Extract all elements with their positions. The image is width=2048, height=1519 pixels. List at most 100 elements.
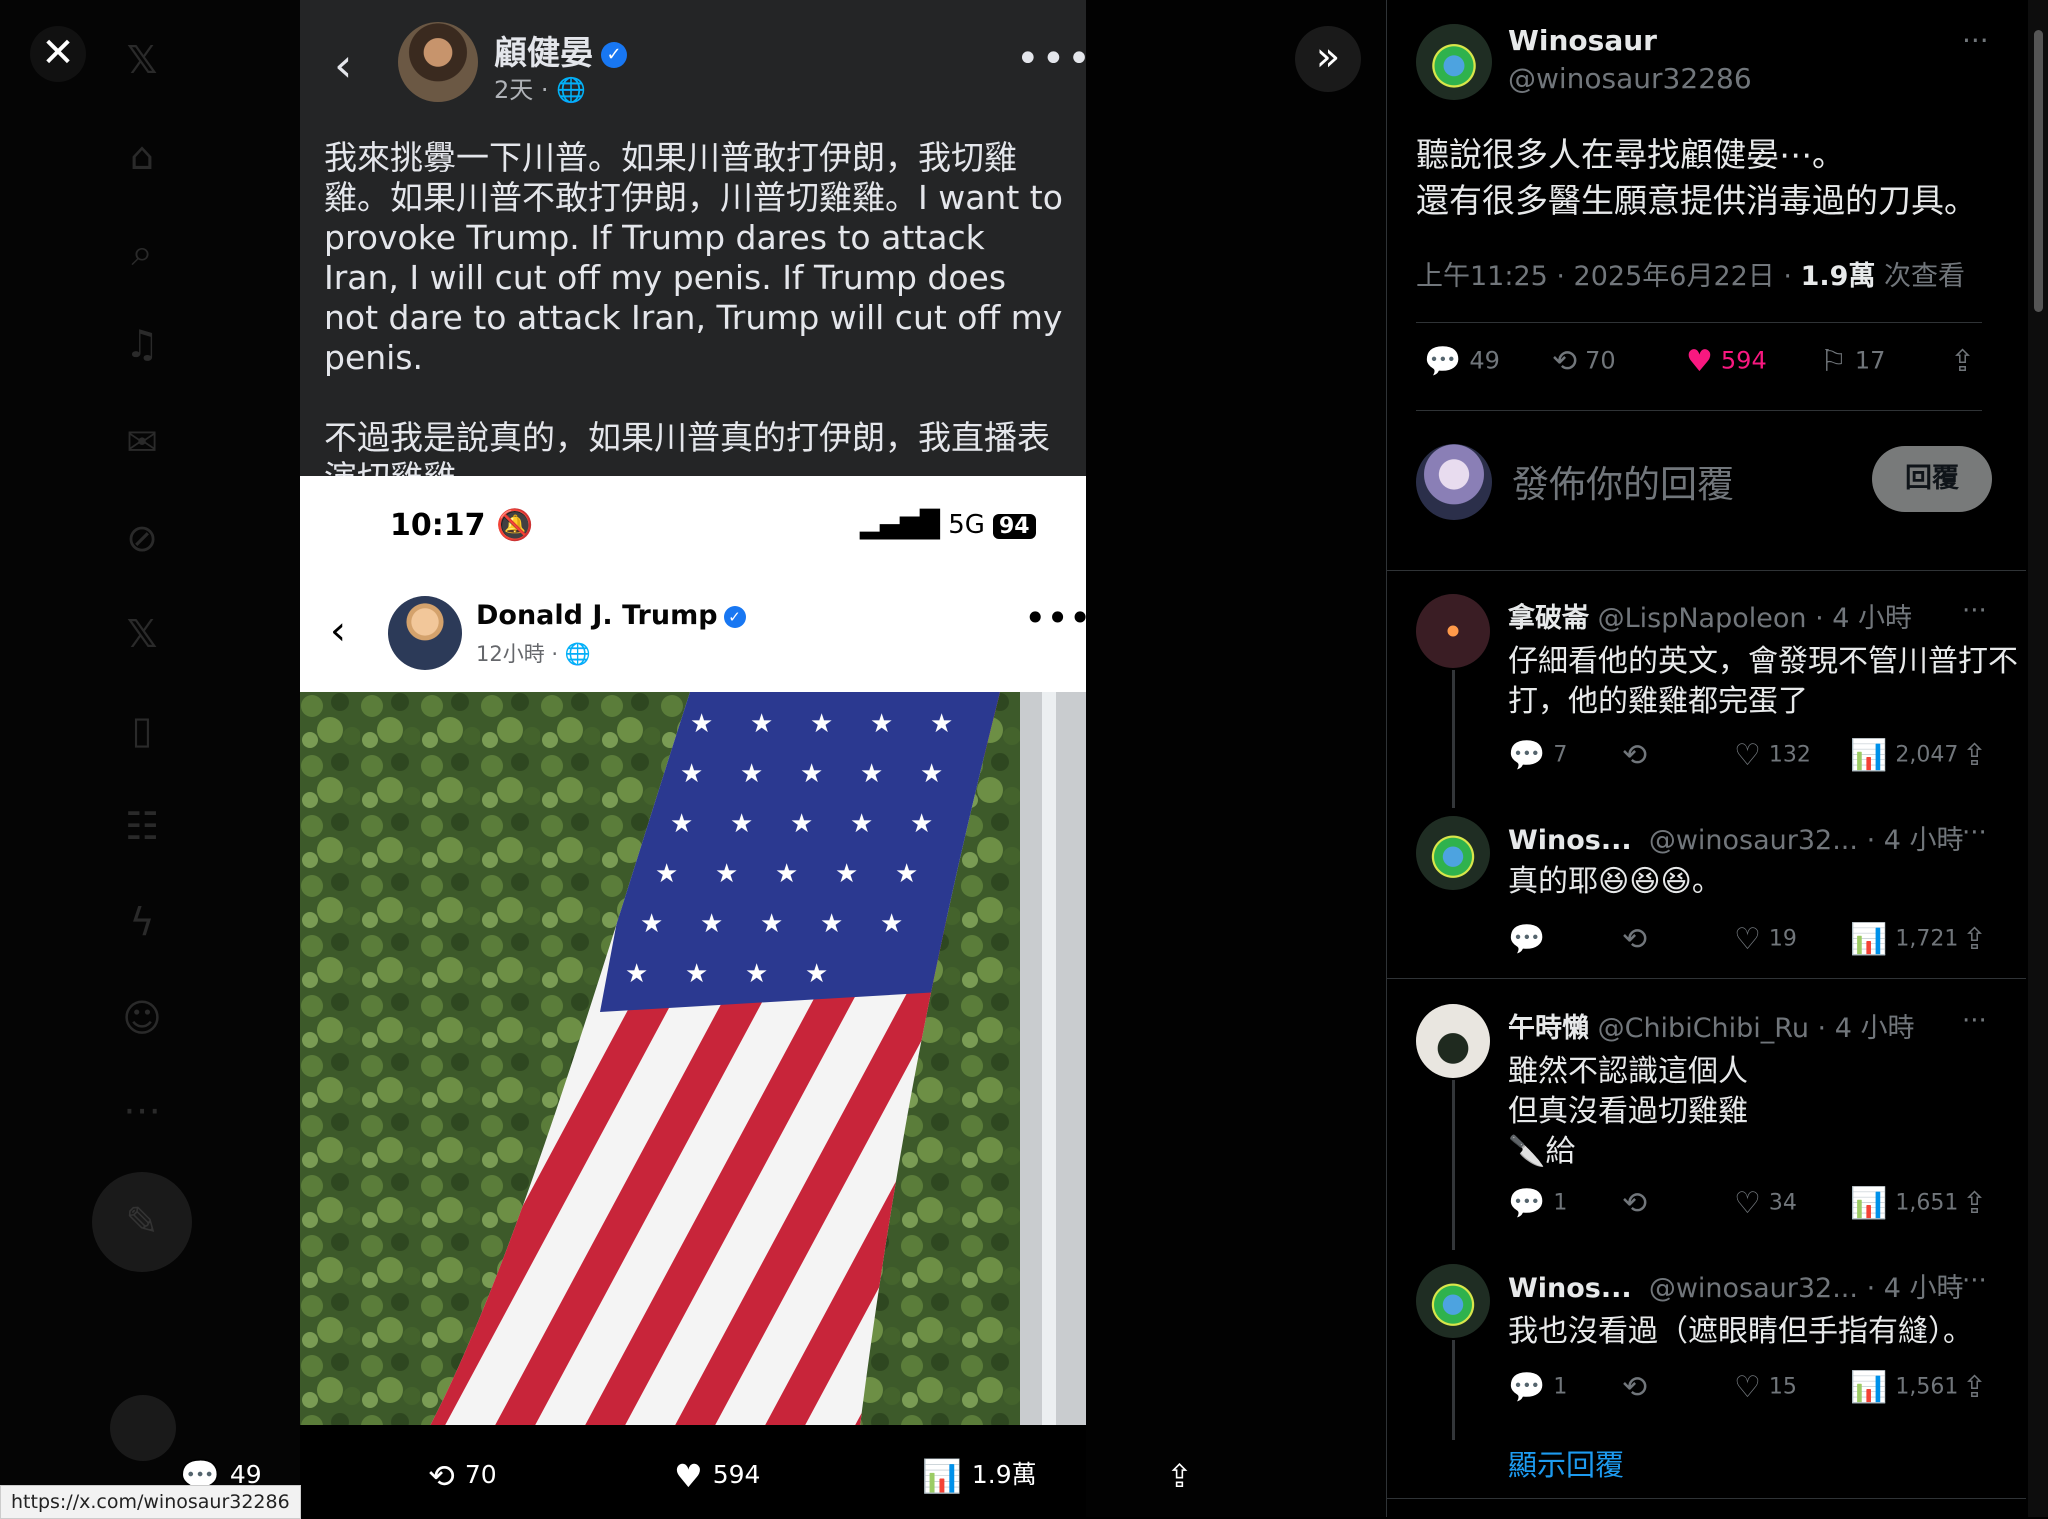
share-button[interactable]: ⇪ [1166,1450,1203,1500]
media-image[interactable]: ‹ 顧健晏 ✓ 2天 · 🌐 ••• 我來挑釁一下川普。如果川普敢打伊朗，我切雞雞… [300,0,1086,1425]
views-count: 1.9萬 [971,1460,1037,1489]
views-chart-icon: 📊 [1850,1370,1888,1405]
reply-share-button[interactable]: ⇪ [1962,1186,1995,1221]
reply-views-button[interactable]: 📊 2,047 [1850,738,1958,773]
show-replies-link[interactable]: 顯示回覆 [1508,1442,1624,1484]
tweet-bookmark-button[interactable]: ⚐ 17 [1820,344,1885,379]
reply-more-button[interactable]: ··· [1962,1266,1987,1296]
reply-comment-button[interactable]: 💬 1 [1508,1370,1567,1405]
svg-text:★: ★ [760,909,783,939]
heart-icon: ♡ [1734,1186,1761,1221]
account-avatar[interactable] [110,1395,176,1461]
messages-icon[interactable]: ✉ [118,418,166,466]
tweet-repost-button[interactable]: ⟲ 70 [1552,344,1616,379]
svg-text:★: ★ [730,809,753,839]
reply-avatar-winosaur[interactable] [1416,1264,1490,1338]
reply-share-button[interactable]: ⇪ [1962,738,1995,773]
reply-repost-button[interactable]: ⟲ [1622,922,1655,957]
reply-share-button[interactable]: ⇪ [1962,922,1995,957]
reply-avatar-chibichibi[interactable] [1416,1004,1490,1078]
premium-x-icon[interactable]: 𝕏 [118,610,166,658]
reply-author-name[interactable]: 拿破崙 [1508,603,1589,634]
tweet-bookmark-count: 17 [1854,346,1886,375]
reply-like-button[interactable]: ♡ 19 [1734,922,1797,957]
reply-more-button[interactable]: ··· [1962,596,1987,626]
reply-submit-button[interactable]: 回覆 [1872,446,1992,512]
tweet-reply-button[interactable]: 💬 49 [1424,344,1500,379]
views-button[interactable]: 📊 1.9萬 [922,1450,1037,1500]
reply-author-handle[interactable]: @ChibiChibi_Ru [1598,1013,1809,1044]
more-options-button[interactable]: ··· [1962,24,1989,57]
reply-like-count: 19 [1768,926,1797,952]
home-icon[interactable]: ⌂ [118,132,166,180]
reply-author-handle[interactable]: @winosaur32... [1649,825,1858,856]
tweet-share-button[interactable]: ⇪ [1950,344,1983,379]
tweet-timestamp: 上午11:25 · 2025年6月22日 · 1.9萬 次查看 [1416,254,1965,293]
reply-icon: 💬 [1508,738,1546,773]
heart-icon: ♥ [674,1457,703,1495]
reply-views-count: 1,561 [1895,1374,1959,1400]
repost-icon: ⟲ [1622,1186,1648,1221]
svg-text:★: ★ [910,809,933,839]
double-chevron-right-icon: » [1315,34,1341,80]
reply-like-button[interactable]: ♡ 15 [1734,1370,1797,1405]
reply-comment-button[interactable]: 💬 [1508,922,1553,957]
reply-views-button[interactable]: 📊 1,651 [1850,1186,1958,1221]
reply-text-line: 我也沒看過（遮眼睛但手指有縫）。 [1508,1314,1973,1349]
reply-repost-button[interactable]: ⟲ [1622,738,1655,773]
reply-text-line: 雖然不認識這個人 [1508,1054,1748,1089]
reply-avatar-winosaur[interactable] [1416,816,1490,890]
fb-post-text: 我來挑釁一下川普。如果川普敢打伊朗，我切雞雞。如果川普不敢打伊朗，川普切雞雞。I… [324,138,1063,497]
bookmarks-icon[interactable]: ▯ [118,706,166,754]
close-viewer-button[interactable]: ✕ [30,26,86,82]
compose-post-button[interactable]: ✎ [92,1172,192,1272]
tweet-repost-count: 70 [1585,346,1616,375]
reply-author-handle[interactable]: @LispNapoleon [1598,603,1807,634]
reply-like-button[interactable]: ♡ 132 [1734,738,1811,773]
more-icon[interactable]: ⋯ [118,1086,166,1134]
reply-composer-input[interactable]: 發佈你的回覆 [1512,454,1734,508]
views-chart-icon: 📊 [1850,738,1888,773]
status-url-tooltip: https://x.com/winosaur32286 [0,1485,301,1519]
reply-author-handle[interactable]: @winosaur32... [1649,1273,1858,1304]
reply-views-button[interactable]: 📊 1,721 [1850,922,1958,957]
reply-author-name[interactable]: Winos... [1508,825,1632,856]
like-button[interactable]: ♥ 594 [674,1450,760,1500]
reply-views-count: 1,721 [1895,926,1959,952]
author-handle[interactable]: @winosaur32286 [1508,62,1752,95]
reply-views-button[interactable]: 📊 1,561 [1850,1370,1958,1405]
reply-comment-button[interactable]: 💬 7 [1508,738,1567,773]
verified-orgs-icon[interactable]: ϟ [118,898,166,946]
reply-repost-button[interactable]: ⟲ [1622,1186,1655,1221]
profile-icon[interactable]: ☺ [118,994,166,1042]
reply-author-name[interactable]: 午時懶 [1508,1013,1589,1044]
repost-count: 70 [464,1460,497,1489]
svg-text:★: ★ [715,859,738,889]
divider [1416,322,1982,323]
reply-avatar-lispnapoleon[interactable] [1416,594,1490,668]
thread-line [1452,670,1455,808]
reply-author-name[interactable]: Winos... [1508,1273,1632,1304]
author-avatar[interactable] [1416,24,1492,100]
repost-button[interactable]: ⟲ 70 [428,1450,497,1500]
embedded-author-name-text: Donald J. Trump [476,600,718,631]
grok-icon[interactable]: ⊘ [118,514,166,562]
author-display-name[interactable]: Winosaur [1508,24,1657,57]
tweet-views-count: 1.9萬 [1800,261,1876,292]
reply-more-button[interactable]: ··· [1962,1006,1987,1036]
x-logo-icon[interactable]: 𝕏 [118,36,166,84]
reply-like-button[interactable]: ♡ 34 [1734,1186,1797,1221]
reply-text-line: 打，他的雞雞都完蛋了 [1508,684,1808,719]
reply-repost-button[interactable]: ⟲ [1622,1370,1655,1405]
toggle-panel-button[interactable]: » [1295,26,1361,92]
reply-more-button[interactable]: ··· [1962,818,1987,848]
more-options-icon: ••• [1016,36,1086,82]
svg-text:★: ★ [870,709,893,739]
tweet-like-button[interactable]: ♥ 594 [1686,344,1767,379]
communities-icon[interactable]: ☷ [118,802,166,850]
search-icon[interactable]: ⌕ [118,228,166,276]
reply-comment-button[interactable]: 💬 1 [1508,1186,1567,1221]
scrollbar-thumb[interactable] [2034,30,2043,312]
notifications-icon[interactable]: ♫ [118,320,166,368]
reply-share-button[interactable]: ⇪ [1962,1370,1995,1405]
